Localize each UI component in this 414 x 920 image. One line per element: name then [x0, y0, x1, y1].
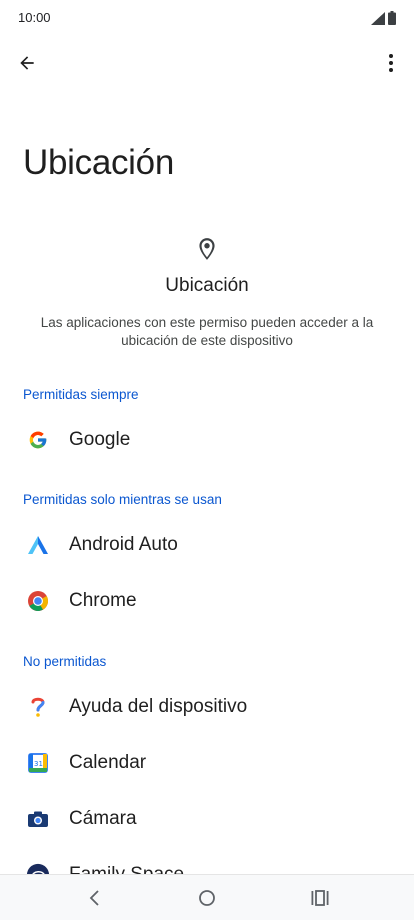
- location-pin-icon: [199, 238, 215, 260]
- app-name: Calendar: [69, 752, 147, 773]
- section-label-while-in-use: Permitidas solo mientras se usan: [23, 492, 222, 507]
- camera-icon: [26, 807, 50, 831]
- app-name: Android Auto: [69, 534, 178, 555]
- navigation-bar: [0, 874, 414, 920]
- page-title: Ubicación: [23, 143, 174, 182]
- more-options-button[interactable]: [378, 48, 404, 78]
- app-name: Ayuda del dispositivo: [69, 696, 248, 717]
- more-vert-icon: [389, 54, 393, 72]
- section-label-denied: No permitidas: [23, 654, 107, 669]
- help-question-icon: [26, 695, 50, 719]
- app-row-google[interactable]: Google: [0, 415, 414, 465]
- app-row-device-help[interactable]: Ayuda del dispositivo: [0, 682, 414, 732]
- app-name: Cámara: [69, 808, 137, 829]
- svg-text:31: 31: [34, 760, 43, 768]
- nav-home-button[interactable]: [193, 885, 221, 911]
- app-name: Chrome: [69, 590, 137, 611]
- chrome-icon: [26, 589, 50, 613]
- android-auto-icon: [26, 533, 50, 557]
- battery-icon: [388, 11, 396, 25]
- status-bar: 10:00: [0, 0, 414, 36]
- calendar-icon: 31: [26, 751, 50, 775]
- status-time: 10:00: [18, 10, 51, 25]
- app-row-camera[interactable]: Cámara: [0, 794, 414, 844]
- home-circle-icon: [199, 890, 215, 906]
- status-icons: [371, 11, 396, 25]
- app-row-android-auto[interactable]: Android Auto: [0, 520, 414, 570]
- app-bar: [0, 40, 414, 86]
- arrow-left-icon: [20, 56, 34, 70]
- recents-icon: [311, 890, 329, 906]
- back-button[interactable]: [12, 48, 42, 78]
- google-icon: [26, 428, 50, 452]
- section-label-always: Permitidas siempre: [23, 387, 139, 402]
- app-name: Google: [69, 429, 131, 450]
- nav-back-button[interactable]: [80, 885, 108, 911]
- app-row-chrome[interactable]: Chrome: [0, 576, 414, 626]
- chevron-left-icon: [89, 890, 99, 906]
- header-title: Ubicación: [165, 275, 249, 296]
- header-description: Las aplicaciones con este permiso pueden…: [40, 315, 374, 348]
- signal-icon: [371, 12, 385, 25]
- app-row-calendar[interactable]: 31 Calendar: [0, 738, 414, 788]
- nav-recents-button[interactable]: [306, 885, 334, 911]
